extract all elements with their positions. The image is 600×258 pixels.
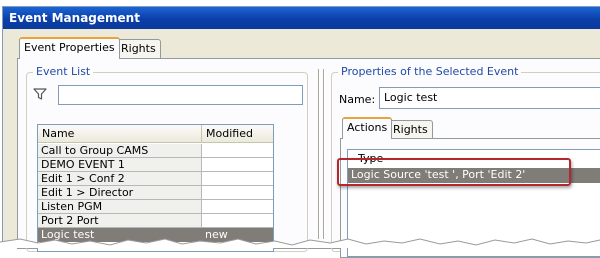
event-list-table: Name Modified Call to Group CAMS DEMO EV… — [37, 124, 274, 252]
filter-input[interactable] — [58, 85, 303, 105]
event-list-group: Event List Name Modified Call to Group C… — [26, 65, 308, 252]
row-modified — [202, 214, 273, 228]
event-list-group-label: Event List — [33, 65, 94, 78]
tab-rights[interactable]: Rights — [116, 39, 161, 58]
title-bar: Event Management — [3, 7, 600, 29]
name-label: Name: — [339, 93, 376, 106]
row-name: Port 2 Port — [38, 214, 202, 228]
column-header-name[interactable]: Name — [38, 125, 202, 143]
row-modified — [202, 144, 273, 158]
pane-splitter[interactable] — [318, 69, 320, 239]
event-management-window: Event Management Event Properties Rights… — [2, 6, 600, 258]
table-row[interactable]: Listen PGM — [38, 200, 273, 214]
filter-icon[interactable] — [33, 87, 49, 103]
highlight-annotation-box — [337, 158, 571, 186]
event-list-header: Name Modified — [38, 125, 273, 143]
event-properties-page: Event List Name Modified Call to Group C… — [17, 58, 600, 258]
row-modified — [202, 172, 273, 186]
row-modified — [202, 158, 273, 172]
tab-rights-sub[interactable]: Rights — [388, 120, 433, 139]
tab-actions[interactable]: Actions — [342, 117, 393, 139]
row-name: DEMO EVENT 1 — [38, 158, 202, 172]
table-row[interactable]: DEMO EVENT 1 — [38, 158, 273, 172]
table-row[interactable]: Call to Group CAMS — [38, 144, 273, 158]
column-header-modified[interactable]: Modified — [202, 125, 273, 143]
properties-group-label: Properties of the Selected Event — [338, 65, 522, 78]
table-row[interactable]: Port 2 Port — [38, 214, 273, 228]
table-row[interactable]: Edit 1 > Director — [38, 186, 273, 200]
row-modified — [202, 186, 273, 200]
row-name: Call to Group CAMS — [38, 144, 202, 158]
table-row[interactable]: Edit 1 > Conf 2 — [38, 172, 273, 186]
pane-splitter-grip[interactable] — [323, 69, 325, 239]
tab-event-properties[interactable]: Event Properties — [19, 37, 120, 59]
torn-edge-decoration — [0, 238, 600, 248]
row-name: Edit 1 > Director — [38, 186, 202, 200]
row-name: Edit 1 > Conf 2 — [38, 172, 202, 186]
event-name-input[interactable]: Logic test — [379, 87, 600, 109]
row-name: Listen PGM — [38, 200, 202, 214]
row-modified — [202, 200, 273, 214]
